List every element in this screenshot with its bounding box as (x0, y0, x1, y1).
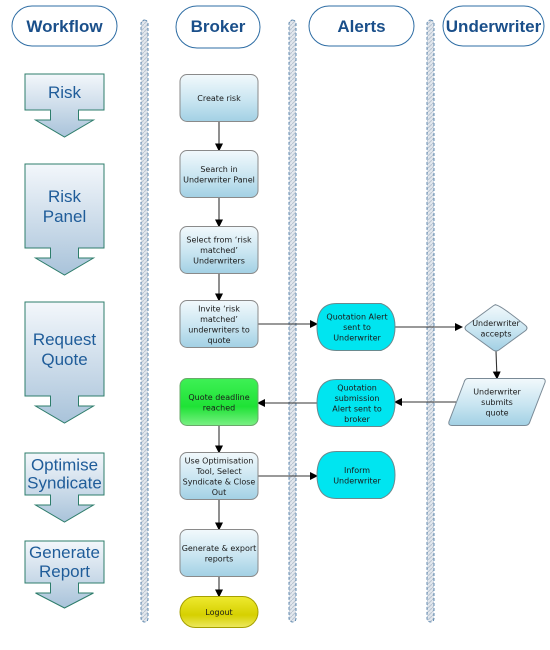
lane-separator-1 (140, 19, 149, 623)
node-label: Underwriter (333, 476, 381, 485)
node-label: Create risk (197, 94, 241, 103)
decision-shape (464, 304, 528, 352)
display-shape (316, 451, 396, 499)
node-label: quote (207, 336, 230, 345)
node-label: broker (344, 415, 370, 424)
node-quotation-submission-alert: Quotation submissionAlert sent to broker (316, 379, 396, 427)
connector-underwriter-accepts-to-underwriter-submits (492, 350, 501, 380)
node-label: Alert sent to (332, 404, 382, 413)
node-label: matched’ (200, 246, 238, 255)
node-label: Underwriter Panel (183, 175, 255, 184)
workflow-steps: RiskRiskPanelRequestQuoteOptimiseSyndica… (24, 73, 105, 609)
node-label: Search in (200, 165, 237, 174)
node-label: Inform (344, 466, 370, 475)
node-create-risk: Create risk (179, 74, 259, 122)
node-select-matched: Select from ‘riskmatched’ Underwriters (179, 226, 259, 274)
workflow-step-optimise-syndicate: OptimiseSyndicate (24, 452, 105, 523)
workflow-step-label: Risk (48, 187, 82, 206)
workflow-step-label: Request (33, 330, 97, 349)
node-label: submission (335, 394, 380, 403)
node-label: Select from ‘risk (186, 236, 252, 245)
workflow-step-label: Generate (29, 543, 100, 562)
workflow-step-label: Syndicate (27, 473, 102, 492)
node-label: Syndicate & Close (183, 477, 256, 486)
workflow-step-label: Report (39, 562, 90, 581)
node-label: Quotation Alert (326, 313, 387, 322)
process-shape (179, 529, 259, 577)
workflow-step-risk-panel: RiskPanel (24, 163, 105, 276)
node-quotation-alert: Quotation Alertsent to Underwriter (316, 303, 396, 351)
node-underwriter-accepts: Underwriteraccepts (464, 304, 528, 352)
workflow-step-generate-report: GenerateReport (24, 540, 105, 609)
node-label: sent to (343, 323, 371, 332)
node-label: Underwriters (193, 257, 245, 266)
node-label: Invite ‘risk (198, 304, 240, 313)
node-generate-export: Generate & exportreports (179, 529, 259, 577)
workflow-step-risk: Risk (24, 73, 105, 138)
lane-header-underwriter: Underwriter (442, 5, 545, 47)
node-search-panel: Search inUnderwriter Panel (179, 150, 259, 198)
workflow-step-label: Optimise (31, 455, 98, 474)
node-label: Logout (205, 608, 232, 617)
process-green-shape (179, 378, 259, 426)
node-label: Generate & export (182, 544, 257, 553)
lane-separator-3 (426, 19, 435, 623)
node-label: reports (205, 554, 234, 563)
node-quote-deadline: Quote deadlinereached (179, 378, 259, 426)
node-label: Underwriter (472, 319, 520, 328)
connectors (215, 121, 501, 598)
node-label: Tool, Select (195, 467, 241, 476)
lane-header-label: Broker (191, 17, 246, 36)
node-inform-underwriter: InformUnderwriter (316, 451, 396, 499)
node-label: quote (485, 409, 508, 418)
flow-nodes: Create risk Search inUnderwriter Panel Sel… (179, 74, 546, 628)
workflow-step-label: Risk (48, 83, 82, 102)
node-logout: Logout (179, 596, 259, 628)
node-label: accepts (480, 329, 511, 338)
node-label: Out (212, 488, 227, 497)
node-label: Quotation (337, 383, 377, 392)
node-label: submits (481, 398, 513, 407)
lane-header-broker: Broker (175, 5, 261, 49)
workflow-step-label: Panel (43, 207, 86, 226)
node-label: Underwriter (473, 388, 521, 397)
node-use-optimisation: Use Optimisation Tool, SelectSyndicate & … (179, 452, 259, 500)
node-label: Underwriter (333, 334, 381, 343)
node-label: underwriters to (188, 325, 250, 334)
workflow-step-label: Quote (41, 350, 87, 369)
lane-header-label: Alerts (337, 17, 385, 36)
lane-header-alerts: Alerts (308, 5, 415, 47)
lane-separator-2 (288, 19, 297, 623)
process-shape (179, 150, 259, 198)
node-label: reached (203, 403, 235, 412)
workflow-step-request-quote: RequestQuote (24, 301, 105, 424)
swimlane-diagram: Workflow Broker Alerts Underwriter RiskR… (11, 5, 546, 628)
node-underwriter-submits: Underwritersubmits quote (448, 378, 546, 426)
lane-header-label: Underwriter (446, 17, 542, 36)
node-label: matched’ (200, 315, 238, 324)
node-label: Quote deadline (188, 393, 249, 402)
node-label: Use Optimisation (185, 456, 254, 465)
node-invite-underwriters: Invite ‘risk matched’underwriters to quote (179, 300, 259, 348)
lane-header-workflow: Workflow (11, 5, 118, 47)
lane-header-label: Workflow (26, 17, 103, 36)
